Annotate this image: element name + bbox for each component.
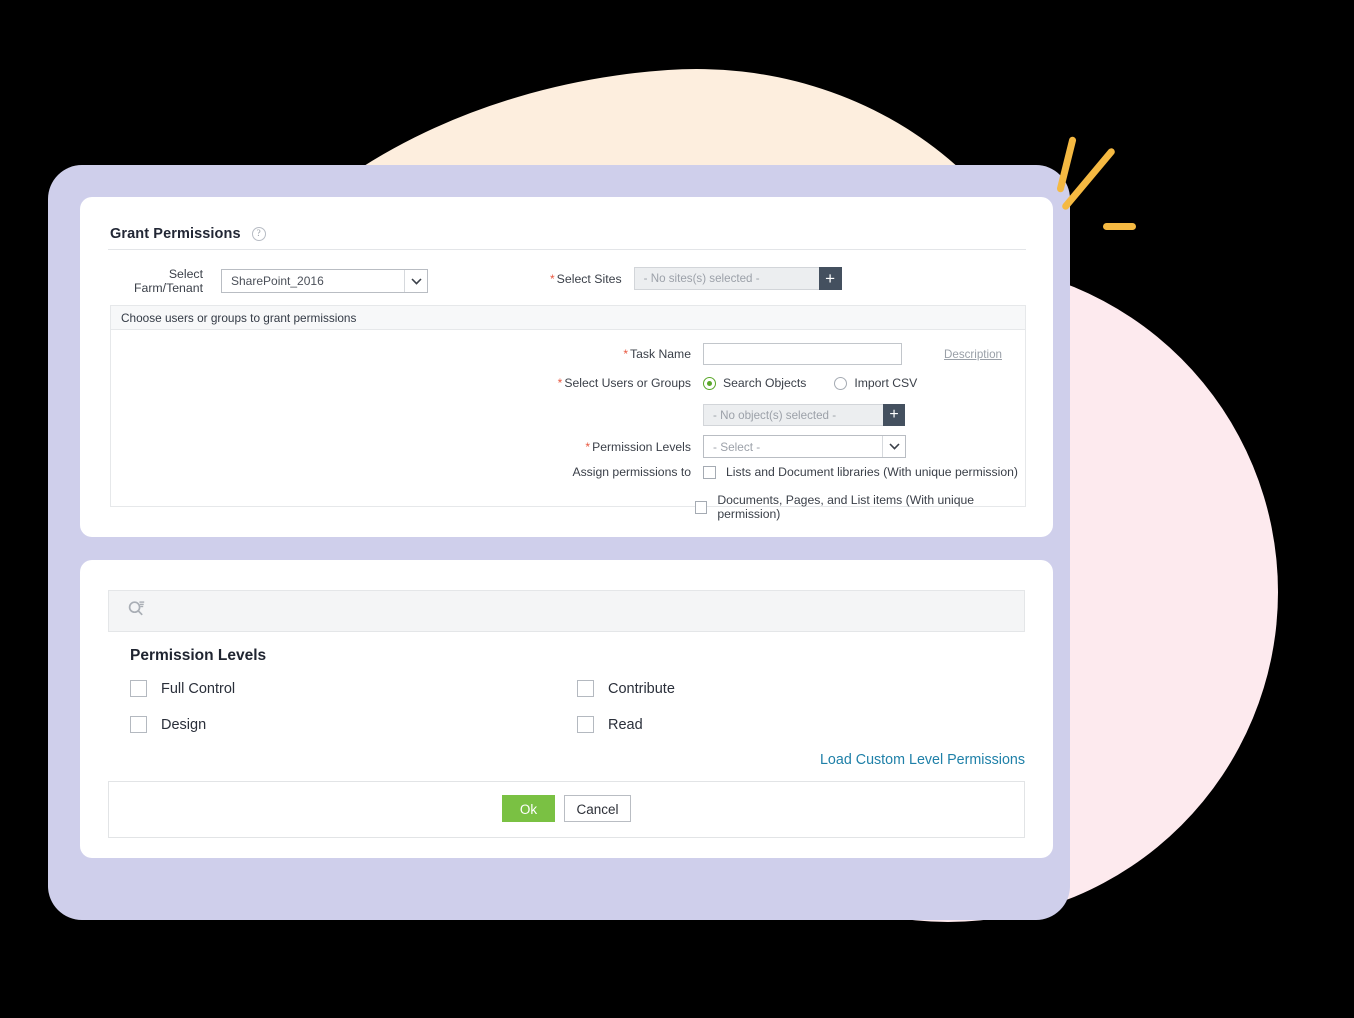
description-link[interactable]: Description [944, 348, 1002, 361]
permission-levels-value: - Select - [713, 439, 761, 454]
select-sites-label: * Select Sites [550, 272, 622, 286]
add-objects-button[interactable]: + [883, 404, 905, 426]
objects-picker-row: - No object(s) selected - + [703, 404, 905, 426]
radio-import-csv[interactable]: Import CSV [834, 376, 917, 390]
read-checkbox[interactable] [577, 716, 594, 733]
design-checkbox[interactable] [130, 716, 147, 733]
radio-import-csv-indicator[interactable] [834, 376, 848, 390]
page-title: Grant Permissions [110, 226, 241, 242]
dialog-button-row: Ok Cancel [80, 795, 1053, 822]
task-name-input[interactable] [703, 343, 902, 365]
assign-documents-checkbox[interactable] [694, 500, 708, 514]
select-users-groups-row: * Select Users or Groups Search Objects I… [459, 376, 945, 390]
radio-search-objects-indicator[interactable] [703, 376, 716, 390]
header-divider [108, 249, 1026, 250]
select-sites-row: * Select Sites - No sites(s) selected - + [550, 267, 842, 290]
permission-levels-title: Permission Levels [130, 647, 267, 664]
select-sites-value: - No sites(s) selected - [643, 272, 760, 285]
assign-lists-label: Lists and Document libraries (With uniqu… [726, 465, 1018, 479]
read-label: Read [608, 716, 643, 733]
required-marker: * [557, 376, 563, 390]
permission-levels-panel: Permission Levels Full Control Contribut… [80, 560, 1053, 858]
add-sites-button[interactable]: + [818, 267, 842, 290]
permission-level-design[interactable]: Design [130, 716, 206, 733]
required-marker: * [623, 347, 629, 361]
search-toolbar[interactable] [108, 590, 1025, 632]
assign-lists-checkbox[interactable] [703, 465, 716, 479]
assign-permissions-row-2: Documents, Pages, and List items (With u… [515, 493, 1025, 521]
permission-level-contribute[interactable]: Contribute [577, 680, 675, 697]
farm-tenant-label: Select Farm/Tenant [133, 267, 203, 295]
design-label: Design [161, 716, 207, 733]
permission-level-full-control[interactable]: Full Control [130, 680, 235, 697]
chevron-down-icon[interactable] [882, 436, 905, 457]
assign-permissions-label: Assign permissions to [572, 465, 691, 479]
assign-documents-checkbox-row[interactable]: Documents, Pages, and List items (With u… [694, 493, 1025, 521]
permission-levels-row: * Permission Levels - Select - [515, 435, 906, 458]
cancel-button[interactable]: Cancel [564, 795, 631, 822]
radio-search-objects-label: Search Objects [723, 376, 807, 390]
search-filter-icon[interactable] [127, 599, 146, 623]
assign-lists-checkbox-row[interactable]: Lists and Document libraries (With uniqu… [703, 465, 1018, 479]
farm-tenant-value: SharePoint_2016 [231, 274, 324, 288]
required-marker: * [585, 439, 591, 454]
help-circle-icon[interactable]: ? [251, 227, 266, 241]
radio-search-objects[interactable]: Search Objects [703, 376, 806, 390]
full-control-checkbox[interactable] [130, 680, 147, 697]
task-name-row: * Task Name Description [515, 343, 1002, 365]
permission-levels-label: * Permission Levels [515, 440, 703, 454]
grant-form-area: * Task Name Description * Select Users or … [110, 329, 1026, 521]
assign-documents-label: Documents, Pages, and List items (With u… [717, 493, 975, 521]
farm-tenant-select[interactable]: SharePoint_2016 [221, 269, 428, 293]
sparkle-line-icon [1103, 223, 1136, 230]
required-marker: * [550, 271, 555, 286]
task-name-label-text: Task Name [630, 347, 691, 361]
chevron-down-icon[interactable] [404, 270, 427, 292]
objects-value: - No object(s) selected - [713, 408, 837, 422]
task-name-label: * Task Name [515, 347, 703, 361]
full-control-label: Full Control [161, 680, 236, 697]
radio-import-csv-label: Import CSV [854, 376, 918, 390]
screenshot-root: Grant Permissions ? Select Farm/Tenant S… [0, 0, 1354, 1018]
permission-levels-select[interactable]: - Select - [703, 435, 906, 458]
select-sites-input[interactable]: - No sites(s) selected - [633, 267, 819, 290]
permission-level-read[interactable]: Read [577, 716, 643, 733]
section-header-bar: Choose users or groups to grant permissi… [110, 305, 1026, 330]
select-sites-label-text: Select Sites [556, 271, 622, 286]
ok-button[interactable]: Ok [502, 795, 555, 822]
grant-permissions-panel: Grant Permissions ? Select Farm/Tenant S… [80, 197, 1053, 537]
permission-levels-label-text: Permission Levels [592, 439, 691, 454]
grant-permissions-header: Grant Permissions ? [110, 226, 266, 242]
contribute-label: Contribute [608, 680, 675, 697]
select-users-groups-label-text: Select Users or Groups [564, 376, 691, 390]
load-custom-level-permissions-link[interactable]: Load Custom Level Permissions [820, 752, 1025, 768]
assign-permissions-row-1: Assign permissions to Lists and Document… [515, 465, 1018, 479]
objects-input[interactable]: - No object(s) selected - [703, 404, 883, 426]
contribute-checkbox[interactable] [577, 680, 594, 697]
select-users-groups-label: * Select Users or Groups [459, 376, 703, 390]
farm-tenant-row: Select Farm/Tenant SharePoint_2016 [108, 267, 428, 295]
